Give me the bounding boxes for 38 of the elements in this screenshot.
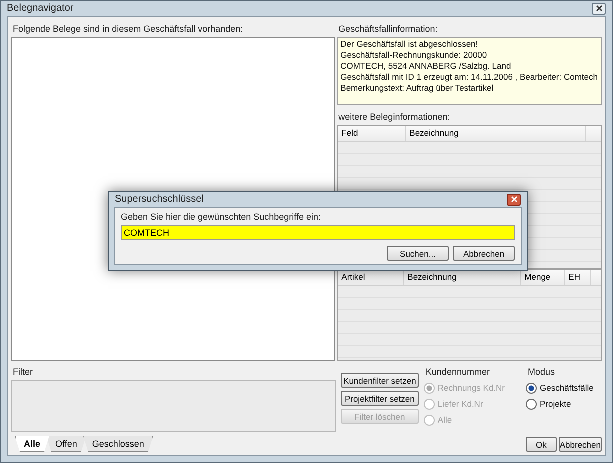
close-icon xyxy=(510,196,518,203)
close-icon xyxy=(596,5,602,12)
filter-button[interactable]: Kundenfilter setzen xyxy=(340,373,419,388)
cancel-button[interactable]: Abbrechen xyxy=(453,246,515,261)
group-label: Modus xyxy=(527,366,556,379)
info-line: Geschäftsfall-Rechnungskunde: 20000 xyxy=(340,50,488,61)
radio-label: Geschäftsfälle xyxy=(540,383,594,393)
radio-label: Projekte xyxy=(540,399,572,409)
column-header[interactable]: EH xyxy=(564,270,591,286)
group-label: Filter xyxy=(12,366,34,379)
filter-button[interactable]: Projektfilter setzen xyxy=(340,391,419,406)
prompt-text: Geben Sie hier die gewünschten Suchbegriffe ein: xyxy=(121,211,322,223)
info-line: COMTECH, 5524 ANNABERG /Salzbg. Land xyxy=(340,61,512,72)
window-title: Belegnavigator xyxy=(7,3,74,14)
radio-button[interactable] xyxy=(526,382,537,394)
close-button[interactable] xyxy=(592,2,606,14)
column-header[interactable]: Feld xyxy=(338,126,406,142)
info-line: Der Geschäftsfall ist abgeschlossen! xyxy=(340,39,480,50)
panel-label: Folgende Belege sind in diesem Geschäftsfall vorhanden: xyxy=(12,23,244,36)
tab[interactable]: Offen xyxy=(46,436,86,452)
group-label: Kundennummer xyxy=(424,366,491,379)
radio-label: Liefer Kd.Nr xyxy=(438,399,484,409)
tab[interactable]: Alle xyxy=(15,436,50,452)
close-button[interactable] xyxy=(507,194,521,206)
panel-label: weitere Beleginformationen: xyxy=(338,111,452,124)
info-line: Geschäftsfall mit ID 1 erzeugt am: 14.11.2006 , Bearbeiter: Comtech xyxy=(340,72,598,83)
cancel-button[interactable]: Abbrechen xyxy=(558,437,602,452)
radio-label: Alle xyxy=(438,415,452,425)
dialog-title: Supersuchschlüssel xyxy=(115,194,204,205)
info-line: Bemerkungstext: Auftrag über Testartikel xyxy=(340,83,495,94)
column-header[interactable]: Bezeichnung xyxy=(406,126,586,142)
ok-button[interactable]: Ok xyxy=(526,437,557,452)
tab[interactable]: Geschlossen xyxy=(83,436,154,452)
search-button[interactable]: Suchen... xyxy=(387,246,449,261)
radio-label: Rechnungs Kd.Nr xyxy=(438,383,506,393)
search-field[interactable]: COMTECH xyxy=(121,225,515,240)
panel-label: Geschäftsfallinformation: xyxy=(338,23,439,36)
radio-button[interactable] xyxy=(526,398,537,410)
